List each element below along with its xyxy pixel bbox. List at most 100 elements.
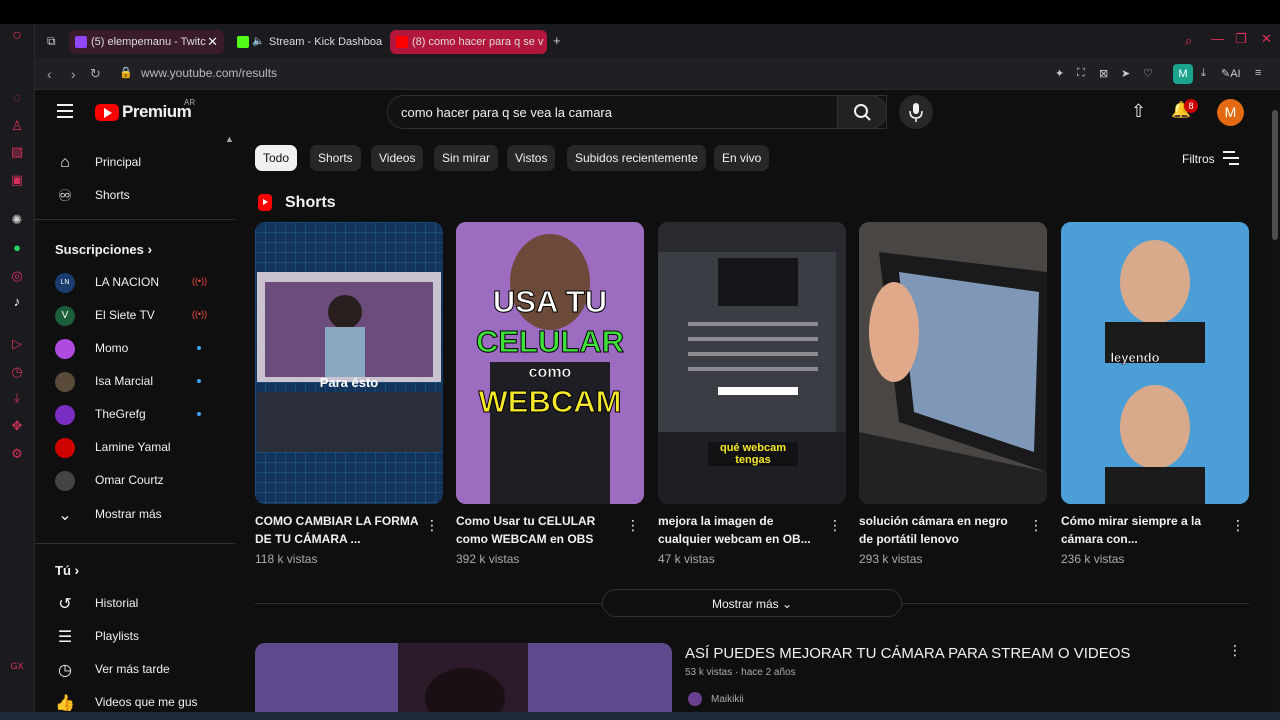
- chatgpt-icon[interactable]: ✺: [9, 212, 25, 228]
- restore-icon[interactable]: ❐: [1235, 31, 1247, 47]
- more-options-icon[interactable]: ⋮: [1228, 642, 1242, 659]
- search-tabs-icon[interactable]: ⌕: [1185, 33, 1192, 49]
- short-title[interactable]: solución cámara en negro de portátil len…: [859, 512, 1023, 548]
- tab-kick[interactable]: Stream - Kick Dashboa 🔈: [231, 30, 383, 54]
- sidebar-item-shorts[interactable]: ♾ Shorts: [35, 179, 235, 212]
- user-avatar[interactable]: M: [1217, 99, 1244, 126]
- short-thumbnail[interactable]: leyendo: [1061, 222, 1249, 504]
- new-tab-icon[interactable]: +: [553, 33, 561, 48]
- opera-logo-icon[interactable]: ○: [9, 28, 25, 44]
- settings-icon[interactable]: ⚙: [9, 446, 25, 462]
- short-title[interactable]: Como Usar tu CELULAR como WEBCAM en OBS: [456, 512, 620, 548]
- chip-watched[interactable]: Vistos: [507, 145, 556, 171]
- minimize-icon[interactable]: —: [1211, 31, 1224, 46]
- forward-icon[interactable]: ›: [71, 66, 76, 82]
- menu-icon[interactable]: ≡: [1255, 67, 1261, 79]
- filters-button[interactable]: Filtros: [1182, 152, 1215, 166]
- sidebar-item-watch-later[interactable]: ◷ Ver más tarde: [35, 653, 235, 686]
- short-thumbnail[interactable]: Para ésto: [255, 222, 443, 504]
- reload-icon[interactable]: ↻: [90, 66, 101, 82]
- more-options-icon[interactable]: ⋮: [425, 517, 439, 534]
- flow-icon[interactable]: ▧: [9, 144, 25, 160]
- chip-shorts[interactable]: Shorts: [310, 145, 361, 171]
- sidebar-item-la-nacion[interactable]: LN LA NACION ((•)): [35, 266, 235, 299]
- snapshot-icon[interactable]: ⛶: [1077, 67, 1085, 80]
- close-window-icon[interactable]: ✕: [1261, 31, 1272, 47]
- short-title[interactable]: COMO CAMBIAR LA FORMA DE TU CÁMARA ...: [255, 512, 419, 548]
- short-title[interactable]: mejora la imagen de cualquier webcam en …: [658, 512, 822, 548]
- sidebar-item-momo[interactable]: Momo: [35, 332, 235, 365]
- short-card[interactable]: Para ésto COMO CAMBIAR LA FORMA DE TU CÁ…: [255, 222, 443, 566]
- channel-name[interactable]: Maikikii: [711, 694, 744, 705]
- history-sidebar-icon[interactable]: ◷: [9, 364, 25, 380]
- back-icon[interactable]: ‹: [47, 66, 52, 82]
- chip-unwatched[interactable]: Sin mirar: [434, 145, 499, 171]
- show-more-shorts-button[interactable]: Mostrar más ⌄: [602, 589, 902, 617]
- more-options-icon[interactable]: ⋮: [1029, 517, 1043, 534]
- page-scrollbar[interactable]: [1270, 98, 1280, 712]
- tiktok-icon[interactable]: ♪: [9, 294, 25, 310]
- sidebar-item-el-siete-tv[interactable]: V El Siete TV ((•)): [35, 299, 235, 332]
- chip-recently-uploaded[interactable]: Subidos recientemente: [567, 145, 706, 171]
- hamburger-menu-icon[interactable]: [57, 104, 73, 118]
- extensions-icon[interactable]: ✥: [9, 418, 25, 434]
- scroll-up-icon[interactable]: ▲: [225, 134, 234, 144]
- short-card[interactable]: USA TU CELULAR como WEBCAM Como Usar tu …: [456, 222, 644, 566]
- workspace-icon[interactable]: ⧉: [47, 34, 56, 49]
- video-thumbnail[interactable]: [255, 643, 672, 712]
- messenger-icon[interactable]: ▣: [9, 172, 25, 188]
- aria-icon[interactable]: ◌: [9, 90, 25, 106]
- short-card[interactable]: qué webcam tengas mejora la imagen de cu…: [658, 222, 846, 566]
- you-heading[interactable]: Tú ›: [55, 562, 79, 578]
- tab-youtube[interactable]: (8) como hacer para q se v: [390, 30, 547, 54]
- create-upload-icon[interactable]: ⇧: [1131, 101, 1146, 122]
- short-thumbnail[interactable]: USA TU CELULAR como WEBCAM: [456, 222, 644, 504]
- subscriptions-heading[interactable]: Suscripciones ›: [55, 241, 152, 257]
- short-card[interactable]: leyendo Cómo mirar siempre a la cámara c…: [1061, 222, 1249, 566]
- profile-badge[interactable]: M: [1173, 64, 1193, 84]
- whatsapp-icon[interactable]: ●: [9, 240, 25, 256]
- short-card[interactable]: solución cámara en negro de portátil len…: [859, 222, 1047, 566]
- pin-icon[interactable]: ✦: [1055, 67, 1064, 80]
- heart-icon[interactable]: ♡: [1143, 67, 1153, 80]
- send-icon[interactable]: ➤: [1121, 67, 1130, 80]
- chip-all[interactable]: Todo: [255, 145, 298, 171]
- speaker-icon[interactable]: 🔈: [252, 30, 264, 54]
- youtube-premium-logo[interactable]: Premium AR: [95, 98, 195, 122]
- url-field[interactable]: www.youtube.com/results: [141, 66, 277, 80]
- player-icon[interactable]: ▷: [9, 336, 25, 352]
- sidebar-show-more[interactable]: ⌄ Mostrar más: [35, 498, 235, 531]
- sidebar-item-liked[interactable]: 👍 Videos que me gus: [35, 686, 235, 712]
- search-box[interactable]: como hacer para q se vea la camara ✕: [387, 95, 887, 129]
- more-options-icon[interactable]: ⋮: [1231, 517, 1245, 534]
- short-title[interactable]: Cómo mirar siempre a la cámara con...: [1061, 512, 1225, 548]
- chip-videos[interactable]: Videos: [371, 145, 424, 171]
- sidebar-item-isa-marcial[interactable]: Isa Marcial: [35, 365, 235, 398]
- tab-twitch[interactable]: (5) elempemanu - Twitc ✕: [69, 30, 224, 54]
- scrollbar-thumb[interactable]: [1272, 110, 1278, 240]
- voice-search-button[interactable]: [899, 95, 933, 129]
- short-thumbnail[interactable]: qué webcam tengas: [658, 222, 846, 504]
- more-options-icon[interactable]: ⋮: [828, 517, 842, 534]
- instagram-icon[interactable]: ◎: [9, 268, 25, 284]
- adblock-icon[interactable]: ⊠: [1099, 67, 1108, 80]
- ai-icon[interactable]: ✎AI: [1221, 67, 1241, 80]
- chip-live[interactable]: En vivo: [714, 145, 770, 171]
- gx-icon[interactable]: GX: [9, 658, 25, 674]
- sidebar-item-home[interactable]: ⌂ Principal: [35, 146, 235, 179]
- crypto-wallet-icon[interactable]: ♙: [9, 118, 25, 134]
- search-input[interactable]: como hacer para q se vea la camara: [401, 105, 612, 120]
- video-title[interactable]: ASÍ PUEDES MEJORAR TU CÁMARA PARA STREAM…: [685, 645, 1130, 662]
- search-button[interactable]: [837, 95, 887, 129]
- sidebar-item-thegrefg[interactable]: TheGrefg: [35, 398, 235, 431]
- channel-avatar[interactable]: [688, 692, 702, 706]
- close-tab-icon[interactable]: ✕: [207, 30, 218, 54]
- sidebar-item-omar-courtz[interactable]: Omar Courtz: [35, 464, 235, 497]
- sidebar-item-lamine-yamal[interactable]: Lamine Yamal: [35, 431, 235, 464]
- downloads-icon[interactable]: ⤓: [9, 390, 25, 406]
- short-thumbnail[interactable]: [859, 222, 1047, 504]
- filters-icon[interactable]: [1223, 151, 1239, 165]
- sidebar-item-history[interactable]: ↺ Historial: [35, 587, 235, 620]
- more-options-icon[interactable]: ⋮: [626, 517, 640, 534]
- download-icon[interactable]: ⤓: [1201, 67, 1206, 80]
